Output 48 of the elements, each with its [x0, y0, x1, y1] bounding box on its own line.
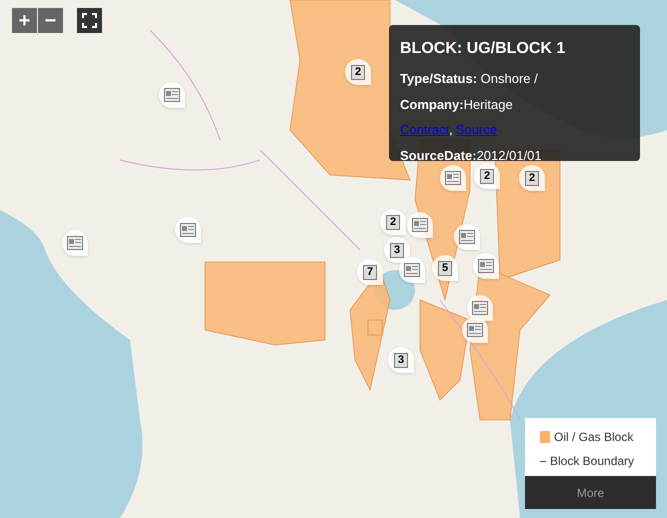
legend-label: Block Boundary	[550, 453, 634, 470]
cluster-count: 2	[480, 168, 494, 184]
boundary-line-icon	[540, 460, 546, 462]
field-value: 2012/01/01	[476, 146, 542, 164]
map-marker[interactable]	[399, 257, 425, 283]
legend-label: Oil / Gas Block	[554, 429, 634, 446]
zoom-out-button[interactable]: −	[38, 8, 63, 33]
fullscreen-icon	[82, 13, 97, 28]
field-label: SourceDate:	[400, 146, 477, 164]
document-icon	[472, 301, 488, 315]
field-label: Company:	[400, 96, 464, 114]
cluster-count: 2	[386, 214, 400, 230]
document-icon	[180, 223, 196, 237]
map-marker[interactable]	[473, 253, 499, 279]
document-icon	[478, 259, 494, 273]
document-icon	[67, 236, 83, 250]
cluster-count: 3	[394, 352, 408, 368]
map-marker[interactable]: 7	[357, 259, 383, 285]
map-marker[interactable]	[175, 217, 201, 243]
cluster-count: 2	[524, 170, 540, 186]
zoom-in-button[interactable]: +	[12, 8, 37, 33]
map-marker[interactable]	[454, 224, 480, 250]
document-icon	[164, 88, 180, 102]
document-icon	[445, 171, 461, 185]
map-marker[interactable]	[159, 82, 185, 108]
document-icon	[412, 218, 428, 232]
field-value: Onshore /	[480, 70, 538, 88]
document-icon	[459, 230, 475, 244]
map-marker[interactable]: 2	[474, 163, 500, 189]
map-marker[interactable]: 3	[384, 237, 410, 263]
map-marker[interactable]: 2	[380, 209, 406, 235]
document-icon	[467, 323, 483, 337]
cluster-count: 3	[390, 242, 404, 258]
cluster-count: 2	[350, 64, 366, 80]
more-button[interactable]: More	[525, 476, 656, 509]
field-value: Heritage	[464, 96, 513, 114]
map-marker[interactable]: 3	[388, 347, 414, 373]
field-label: Type/Status:	[400, 70, 478, 88]
map-marker[interactable]: 5	[432, 255, 458, 281]
map-marker[interactable]	[407, 212, 433, 238]
link-separator: ,	[449, 121, 453, 139]
cluster-count: 5	[438, 260, 452, 276]
cluster-count: 7	[362, 264, 378, 280]
block-swatch	[540, 431, 550, 443]
document-icon	[404, 263, 420, 277]
map-marker[interactable]	[62, 230, 88, 256]
popup-title: BLOCK: UG/BLOCK 1	[400, 39, 566, 59]
fullscreen-button[interactable]	[77, 8, 102, 33]
